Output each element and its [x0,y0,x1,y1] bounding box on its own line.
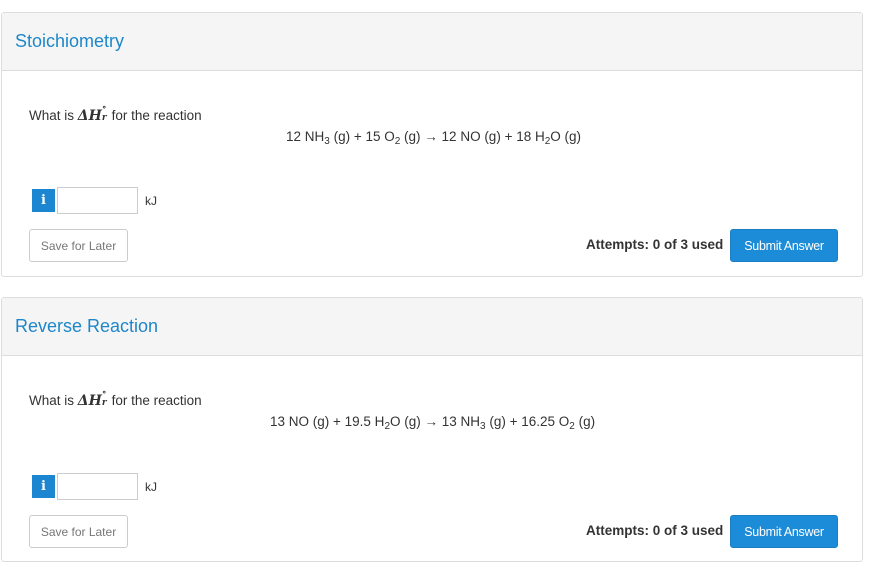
save-for-later-button[interactable]: Save for Later [29,229,128,262]
prompt-prefix: What is [29,393,75,408]
attempts-counter: Attempts: 0 of 3 used [586,523,724,538]
prompt-suffix: for the reaction [111,393,202,408]
reaction-equation: 12 NH3 (g) + 15 O2 (g) → 12 NO (g) + 18 … [286,129,582,147]
attempts-counter: Attempts: 0 of 3 used [586,237,724,252]
submit-answer-button[interactable]: Submit Answer [730,229,838,262]
delta-h-symbol: ΔH ∘ r [77,388,107,409]
prompt-suffix: for the reaction [111,108,202,123]
unit-label: kJ [145,194,157,208]
info-icon[interactable]: i [32,475,55,498]
delta-h-symbol: ΔH ∘ r [77,103,107,124]
question-panel-stoichiometry: Stoichiometry What is ΔH ∘ r for the react… [1,12,863,277]
question-prompt: What is ΔH ∘ r for the reaction [29,388,202,409]
info-icon[interactable]: i [32,189,55,212]
panel-heading: Reverse Reaction [2,298,862,356]
submit-answer-button[interactable]: Submit Answer [730,515,838,548]
question-prompt: What is ΔH ∘ r for the reaction [29,103,202,124]
prompt-prefix: What is [29,108,75,123]
answer-input[interactable] [57,473,138,500]
question-panel-reverse-reaction: Reverse Reaction What is ΔH ∘ r for the re… [1,297,863,562]
panel-heading: Stoichiometry [2,13,862,71]
unit-label: kJ [145,480,157,494]
panel-title: Stoichiometry [15,31,125,51]
panel-title: Reverse Reaction [15,316,159,336]
save-for-later-button[interactable]: Save for Later [29,515,128,548]
answer-input[interactable] [57,187,138,214]
reaction-equation: 13 NO (g) + 19.5 H2O (g) → 13 NH3 (g) + … [270,414,596,432]
